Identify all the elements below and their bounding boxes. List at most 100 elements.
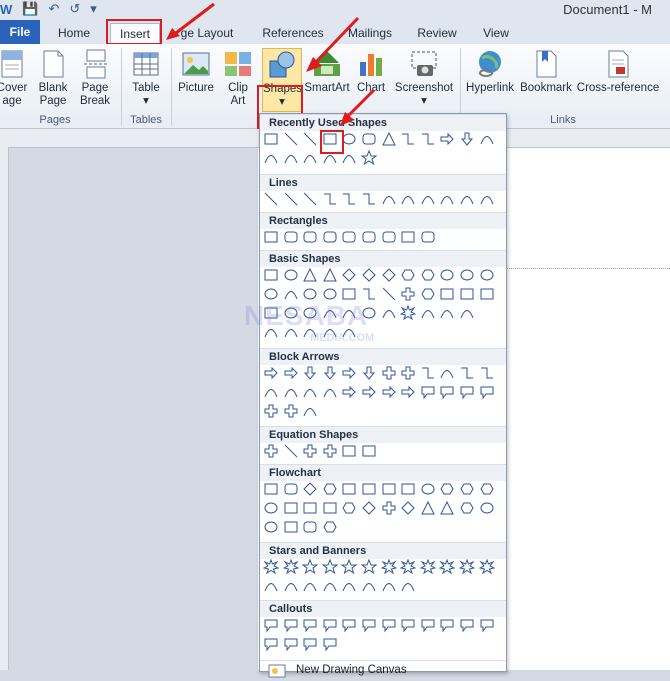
shape-curve-icon[interactable] — [459, 191, 475, 207]
bookmark-button[interactable]: Bookmark — [518, 48, 574, 95]
shape-curve-icon[interactable] — [420, 191, 436, 207]
shape-callout-icon[interactable] — [439, 617, 455, 633]
shape-oval-icon[interactable] — [479, 267, 495, 283]
shape-plus-icon[interactable] — [302, 443, 318, 459]
shape-star-icon[interactable] — [361, 559, 377, 575]
shape-hex-icon[interactable] — [479, 481, 495, 497]
shape-burst-icon[interactable] — [459, 559, 475, 575]
shape-callout-icon[interactable] — [322, 636, 338, 652]
shape-oval-icon[interactable] — [420, 481, 436, 497]
shape-rect-icon[interactable] — [341, 481, 357, 497]
shape-arrowD-icon[interactable] — [361, 365, 377, 381]
shape-rect-icon[interactable] — [283, 500, 299, 516]
shape-arrowR-icon[interactable] — [381, 384, 397, 400]
shape-arrowR-icon[interactable] — [283, 365, 299, 381]
shape-callout-icon[interactable] — [400, 617, 416, 633]
shape-rect-icon[interactable] — [302, 500, 318, 516]
shape-round-icon[interactable] — [381, 229, 397, 245]
shape-burst-icon[interactable] — [400, 559, 417, 575]
shape-burst-icon[interactable] — [282, 559, 299, 575]
shape-curve-icon[interactable] — [302, 150, 318, 166]
shape-hex-icon[interactable] — [420, 267, 436, 283]
shape-curve-icon[interactable] — [322, 578, 338, 594]
shape-curve-icon[interactable] — [263, 384, 279, 400]
tab-home[interactable]: Home — [52, 23, 96, 43]
shape-plus-icon[interactable] — [400, 286, 416, 302]
shape-tri-icon[interactable] — [302, 267, 318, 283]
shape-arrowR-icon[interactable] — [439, 131, 455, 147]
shape-callout-icon[interactable] — [381, 617, 397, 633]
shape-curve-icon[interactable] — [283, 150, 299, 166]
shape-plus-icon[interactable] — [263, 443, 279, 459]
shape-curve-icon[interactable] — [420, 305, 436, 321]
word-icon[interactable]: W — [0, 2, 12, 17]
shapes-button[interactable]: Shapes ▾ — [262, 48, 302, 112]
smartart-button[interactable]: SmartArt — [304, 48, 350, 95]
shape-plus-icon[interactable] — [381, 500, 397, 516]
tab-review[interactable]: Review — [412, 23, 462, 43]
shape-diamond-icon[interactable] — [361, 267, 377, 283]
shape-burst-icon[interactable] — [439, 559, 456, 575]
shape-oval-icon[interactable] — [263, 500, 279, 516]
shape-elbow-icon[interactable] — [361, 191, 377, 207]
shape-line-icon[interactable] — [381, 286, 397, 302]
shape-curve-icon[interactable] — [283, 384, 299, 400]
shape-plus-icon[interactable] — [322, 443, 338, 459]
shape-oval-icon[interactable] — [459, 267, 475, 283]
shape-curve-icon[interactable] — [283, 578, 299, 594]
shape-arrowD-icon[interactable] — [322, 365, 338, 381]
shape-plus-icon[interactable] — [283, 403, 299, 419]
shape-arrowR-icon[interactable] — [400, 384, 416, 400]
shape-elbow-icon[interactable] — [459, 365, 475, 381]
shape-tri-icon[interactable] — [439, 500, 455, 516]
shape-callout-icon[interactable] — [283, 636, 299, 652]
shape-round-icon[interactable] — [361, 229, 377, 245]
new-drawing-canvas-item[interactable]: New Drawing Canvas — [260, 660, 506, 681]
shape-hex-icon[interactable] — [322, 519, 338, 535]
shape-round-icon[interactable] — [302, 519, 318, 535]
tab-file[interactable]: File — [0, 20, 40, 44]
shape-callout-icon[interactable] — [439, 384, 455, 400]
shape-curve-icon[interactable] — [361, 578, 377, 594]
shape-arrowD-icon[interactable] — [459, 131, 475, 147]
shape-rect-icon[interactable] — [400, 481, 416, 497]
shape-diamond-icon[interactable] — [302, 481, 318, 497]
shape-line-icon[interactable] — [302, 131, 318, 147]
shape-burst-icon[interactable] — [419, 559, 436, 575]
shape-arrowR-icon[interactable] — [361, 384, 377, 400]
shape-callout-icon[interactable] — [263, 636, 279, 652]
screenshot-button[interactable]: Screenshot ▾ — [394, 48, 454, 108]
shape-round-icon[interactable] — [341, 229, 357, 245]
shape-diamond-icon[interactable] — [341, 267, 357, 283]
shape-elbow-icon[interactable] — [420, 365, 436, 381]
shape-callout-icon[interactable] — [283, 617, 299, 633]
shape-plus-icon[interactable] — [381, 365, 397, 381]
shape-line-icon[interactable] — [263, 191, 279, 207]
clip-art-button[interactable]: Clip Art — [222, 48, 254, 108]
shape-elbow-icon[interactable] — [341, 191, 357, 207]
page-break-button[interactable]: Page Break — [76, 48, 114, 108]
shape-round-icon[interactable] — [420, 229, 436, 245]
shape-rect-icon[interactable] — [263, 481, 279, 497]
tab-page-layout[interactable]: ge Layout — [172, 23, 242, 43]
blank-page-button[interactable]: Blank Page — [36, 48, 70, 108]
shape-curve-icon[interactable] — [381, 305, 397, 321]
shape-hex-icon[interactable] — [341, 500, 357, 516]
tab-mailings[interactable]: Mailings — [342, 23, 398, 43]
shape-star-icon[interactable] — [321, 559, 338, 575]
shape-rect-icon[interactable] — [361, 481, 377, 497]
shape-curve-icon[interactable] — [302, 578, 318, 594]
shape-curve-icon[interactable] — [439, 305, 455, 321]
shape-curve-icon[interactable] — [479, 191, 495, 207]
shape-oval-icon[interactable] — [283, 267, 299, 283]
shape-elbow-icon[interactable] — [400, 131, 416, 147]
shape-rect-icon[interactable] — [263, 267, 279, 283]
shape-hex-icon[interactable] — [459, 481, 475, 497]
shape-star-icon[interactable] — [302, 559, 319, 575]
shape-curve-icon[interactable] — [479, 131, 495, 147]
shape-curve-icon[interactable] — [302, 384, 318, 400]
shape-curve-icon[interactable] — [439, 191, 455, 207]
shape-hex-icon[interactable] — [322, 481, 338, 497]
shape-callout-icon[interactable] — [459, 384, 475, 400]
shape-round-icon[interactable] — [322, 229, 338, 245]
